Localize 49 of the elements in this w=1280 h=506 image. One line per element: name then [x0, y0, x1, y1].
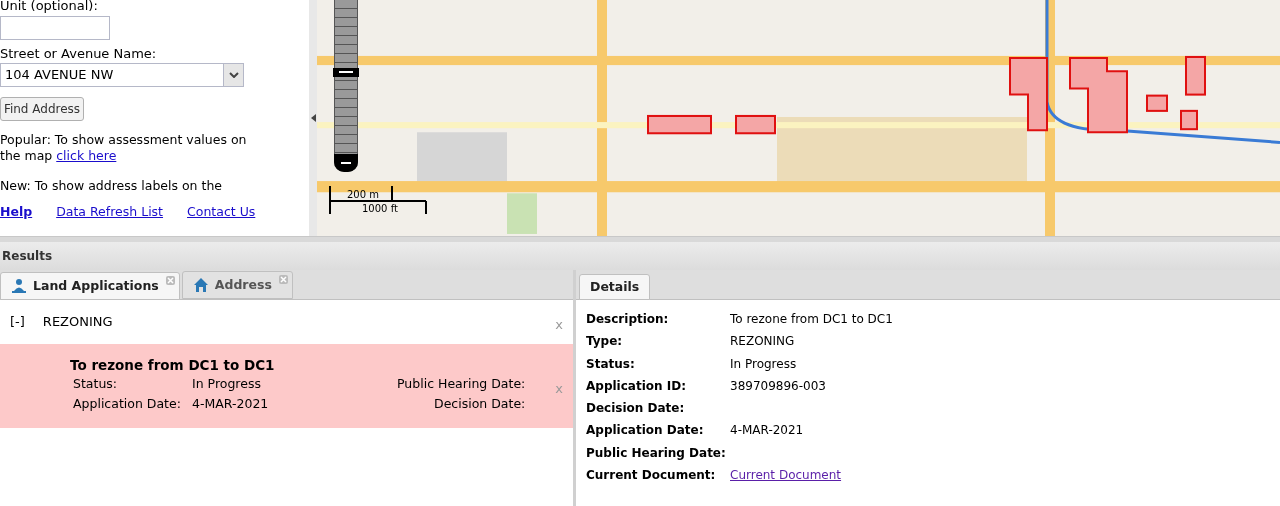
scale-label: 200 m — [347, 189, 379, 200]
group-row[interactable]: [-] REZONING x — [0, 300, 573, 344]
detail-value: To rezone from DC1 to DC1 — [730, 311, 894, 328]
field-label: Decision Date: — [434, 395, 526, 413]
results-title: Results — [2, 248, 53, 265]
document-link[interactable]: Current Document — [730, 466, 842, 485]
detail-label: Current Document: — [586, 467, 717, 485]
find-address-button[interactable]: Find Address — [0, 97, 84, 121]
detail-label: Status: — [586, 355, 636, 373]
detail-value: 4-MAR-2021 — [730, 422, 805, 440]
result-tab[interactable]: Land Applications — [0, 272, 180, 300]
collapse-toggle[interactable]: [-] — [10, 312, 25, 332]
zoom-out-button[interactable] — [334, 154, 358, 172]
detail-value: In Progress — [730, 355, 798, 373]
field-value: In Progress — [192, 375, 262, 393]
detail-label: Description: — [586, 311, 670, 328]
caret-icon — [228, 72, 239, 78]
details-tab[interactable]: Details — [579, 274, 651, 300]
field-value: 4-MAR-2021 — [192, 395, 269, 413]
home-icon — [192, 277, 209, 293]
group-title: REZONING — [42, 313, 113, 332]
new-text: New: To show address labels on the — [0, 178, 224, 194]
field-label: Unit (optional): — [0, 0, 99, 14]
application-title: To rezone from DC1 to DC1 — [70, 356, 276, 375]
field-label: Application Date: — [73, 395, 182, 413]
street-dropdown[interactable]: 104 AVENUE NW — [0, 63, 244, 87]
scale-label: 1000 ft — [362, 203, 398, 214]
application-card[interactable]: To rezone from DC1 to DC1 Status: In Progress Application Date: 4-MAR-2021 Public Hearing Date: Decision Date: x — [0, 344, 573, 428]
detail-label: Public Hearing Date: — [586, 444, 727, 462]
person-icon — [11, 278, 27, 294]
detail-value: REZONING — [730, 333, 796, 351]
field-label: Public Hearing Date: — [397, 375, 526, 393]
footer-link[interactable]: Help — [0, 203, 33, 222]
detail-label: Type: — [586, 333, 624, 351]
detail-label: Application ID: — [586, 377, 687, 395]
detail-label: Decision Date: — [586, 400, 686, 418]
detail-label: Application Date: — [586, 422, 705, 440]
detail-value: 389709896-003 — [730, 377, 827, 395]
popular-text: Popular: To show assessment values on the map click here — [0, 132, 248, 164]
zoom-handle[interactable] — [333, 67, 359, 77]
field-label: Street or Avenue Name: — [0, 46, 158, 62]
footer-link[interactable]: Data Refresh List — [56, 203, 164, 222]
map[interactable]: 200 m 1000 ft — [317, 0, 1280, 236]
footer-link[interactable]: Contact Us — [187, 203, 256, 222]
zoom-slider[interactable] — [334, 0, 358, 172]
click-here-link[interactable]: click here — [56, 148, 117, 163]
unit-field[interactable] — [0, 16, 110, 40]
result-tab[interactable]: Address — [181, 271, 293, 299]
field-label: Status: — [73, 375, 119, 393]
